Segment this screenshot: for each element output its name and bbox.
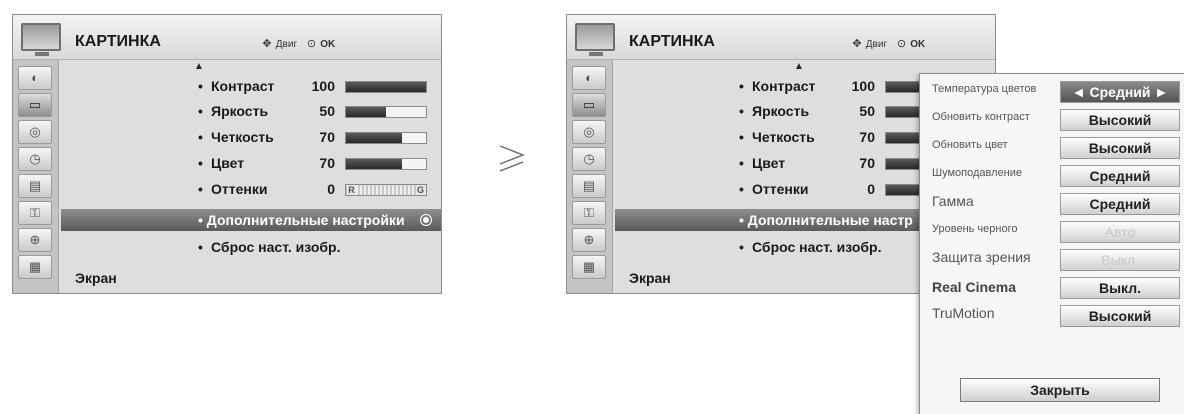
scroll-up-icon[interactable]: ▲ xyxy=(794,61,804,72)
satellite-dish-icon[interactable]: ◐ xyxy=(572,66,606,90)
clock-icon[interactable]: ◷ xyxy=(572,147,606,171)
menu-title: КАРТИНКА xyxy=(629,33,715,50)
ok-icon: ⊙ xyxy=(306,38,317,50)
color-temperature-selector[interactable]: ◄ Средний ► xyxy=(1060,81,1180,103)
menu-item-reset[interactable]: • Сброс наст. изобр. xyxy=(198,239,340,255)
real-cinema-value[interactable]: Выкл. xyxy=(1060,277,1180,299)
gamma-value[interactable]: Средний xyxy=(1060,193,1180,215)
advanced-settings-popup: Температура цветов ◄ Средний ► Обновить … xyxy=(919,73,1184,414)
menu-item-tint[interactable]: • Оттенки xyxy=(198,181,267,197)
tint-red-label: R xyxy=(347,185,356,195)
tint-bar: R G xyxy=(345,184,427,196)
color-temperature-label: Температура цветов xyxy=(932,83,1037,95)
brightness-value: 50 xyxy=(319,103,335,119)
tint-green-label: G xyxy=(416,185,425,195)
menu-item-tint[interactable]: • Оттенки xyxy=(739,181,808,197)
dynamic-contrast-label: Обновить контраст xyxy=(932,111,1030,123)
clock-icon[interactable]: ◷ xyxy=(18,147,52,171)
category-sidebar: ◐ ▭ ◎ ◷ ▤ ⚿ ⊕ ▦ xyxy=(567,60,613,293)
menu-item-sharpness[interactable]: • Четкость xyxy=(198,129,274,145)
usb-icon[interactable]: ▦ xyxy=(572,255,606,279)
tv-icon xyxy=(575,23,615,56)
brightness-value: 50 xyxy=(859,103,875,119)
tv-picture-icon[interactable]: ▭ xyxy=(18,93,52,117)
tv-picture-icon[interactable]: ▭ xyxy=(572,93,606,117)
trumotion-value[interactable]: Высокий xyxy=(1060,305,1180,327)
tint-value: 0 xyxy=(327,181,335,197)
speaker-icon[interactable]: ◎ xyxy=(572,120,606,144)
menu-item-brightness[interactable]: • Яркость xyxy=(739,103,809,119)
color-value: 70 xyxy=(859,155,875,171)
nav-hint: ✥ Двиг ⊙ OK xyxy=(261,37,335,50)
tint-value: 0 xyxy=(867,181,875,197)
menu-item-contrast[interactable]: • Контраст xyxy=(739,78,815,94)
menu-footer: Экран xyxy=(629,270,671,286)
noise-reduction-value[interactable]: Средний xyxy=(1060,165,1180,187)
menu-header: КАРТИНКА ✥ Двиг ⊙ OK xyxy=(567,15,995,60)
ok-label: OK xyxy=(320,39,336,50)
selected-radio-icon xyxy=(420,214,432,226)
lock-icon[interactable]: ⚿ xyxy=(18,201,52,225)
lock-icon[interactable]: ⚿ xyxy=(572,201,606,225)
satellite-dish-icon[interactable]: ◐ xyxy=(18,66,52,90)
usb-icon[interactable]: ▦ xyxy=(18,255,52,279)
contrast-value: 100 xyxy=(311,78,335,94)
brightness-bar xyxy=(345,106,427,118)
gamma-label: Гамма xyxy=(932,193,974,209)
dynamic-contrast-value[interactable]: Высокий xyxy=(1060,109,1180,131)
eye-care-value: Выкл. xyxy=(1060,249,1180,271)
menu-title: КАРТИНКА xyxy=(75,33,161,50)
black-level-value: Авто xyxy=(1060,221,1180,243)
nav-label: Двиг xyxy=(275,39,298,50)
noise-reduction-label: Шумоподавление xyxy=(932,167,1022,179)
menu-item-color[interactable]: • Цвет xyxy=(739,155,785,171)
color-bar xyxy=(345,158,427,170)
close-button[interactable]: Закрыть xyxy=(960,378,1160,402)
ok-icon: ⊙ xyxy=(896,38,907,50)
move-arrows-icon: ✥ xyxy=(852,38,862,50)
category-sidebar: ◐ ▭ ◎ ◷ ▤ ⚿ ⊕ ▦ xyxy=(13,60,59,293)
menu-item-contrast[interactable]: • Контраст xyxy=(198,78,274,94)
menu-item-reset[interactable]: • Сброс наст. изобр. xyxy=(739,239,881,255)
scroll-up-icon[interactable]: ▲ xyxy=(194,61,204,72)
menu-item-color[interactable]: • Цвет xyxy=(198,155,244,171)
eye-care-label: Защита зрения xyxy=(932,249,1031,265)
menu-header: КАРТИНКА ✥ Двиг ⊙ OK xyxy=(13,15,441,60)
options-icon[interactable]: ▤ xyxy=(572,174,606,198)
tv-icon xyxy=(21,23,61,56)
menu-item-sharpness[interactable]: • Четкость xyxy=(739,129,815,145)
real-cinema-label: Real Cinema xyxy=(932,279,1017,295)
speaker-icon[interactable]: ◎ xyxy=(18,120,52,144)
nav-label: Двиг xyxy=(865,39,888,50)
picture-menu-panel: КАРТИНКА ✥ Двиг ⊙ OK ◐ ▭ ◎ ◷ ▤ ⚿ ⊕ ▦ ▲ •… xyxy=(12,14,442,294)
sharpness-bar xyxy=(345,132,427,144)
input-icon[interactable]: ⊕ xyxy=(572,228,606,252)
contrast-bar xyxy=(345,81,427,93)
next-step-icon xyxy=(499,145,525,172)
menu-item-advanced-settings[interactable]: • Дополнительные настройки xyxy=(61,209,441,231)
ok-label: OK xyxy=(910,39,926,50)
nav-hint: ✥ Двиг ⊙ OK xyxy=(851,37,925,50)
menu-item-brightness[interactable]: • Яркость xyxy=(198,103,268,119)
move-arrows-icon: ✥ xyxy=(262,38,272,50)
menu-footer: Экран xyxy=(75,270,117,286)
dynamic-color-value[interactable]: Высокий xyxy=(1060,137,1180,159)
sharpness-value: 70 xyxy=(859,129,875,145)
color-value: 70 xyxy=(319,155,335,171)
dynamic-color-label: Обновить цвет xyxy=(932,139,1008,151)
black-level-label: Уровень черного xyxy=(932,223,1018,235)
contrast-value: 100 xyxy=(851,78,875,94)
options-icon[interactable]: ▤ xyxy=(18,174,52,198)
input-icon[interactable]: ⊕ xyxy=(18,228,52,252)
trumotion-label: TruMotion xyxy=(932,305,995,321)
sharpness-value: 70 xyxy=(319,129,335,145)
